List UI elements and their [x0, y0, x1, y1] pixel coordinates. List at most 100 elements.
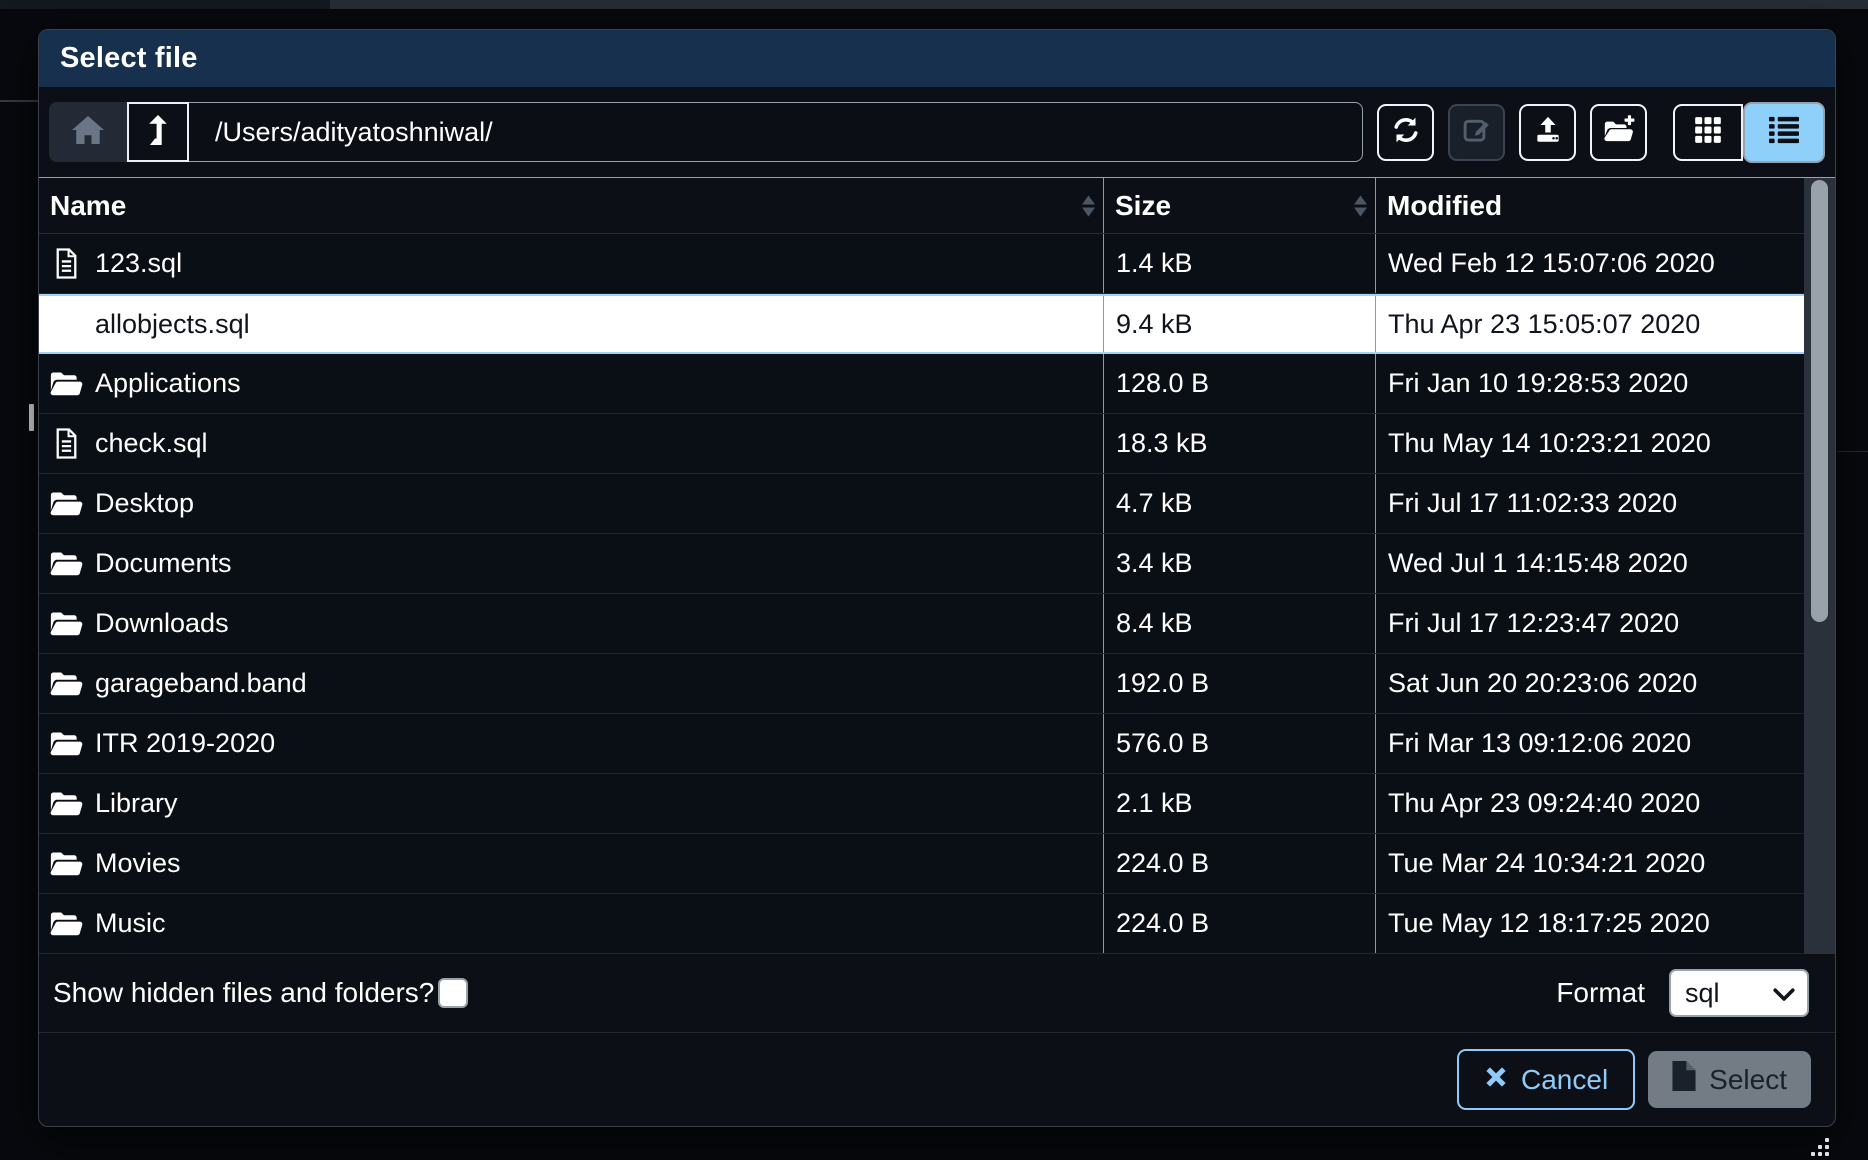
table-row[interactable]: garageband.band 192.0 B Sat Jun 20 20:23…: [39, 654, 1804, 714]
table-row[interactable]: ITR 2019-2020 576.0 B Fri Mar 13 09:12:0…: [39, 714, 1804, 774]
file-size: 224.0 B: [1104, 894, 1376, 953]
file-icon: [54, 248, 79, 279]
background-caret-artifact: [29, 404, 34, 431]
file-size: 8.4 kB: [1104, 594, 1376, 653]
file-modified: Tue Mar 24 10:34:21 2020: [1376, 834, 1804, 893]
folder-icon: [49, 550, 83, 577]
vertical-scrollbar[interactable]: [1804, 178, 1835, 954]
table-row[interactable]: Documents 3.4 kB Wed Jul 1 14:15:48 2020: [39, 534, 1804, 594]
grid-view-button[interactable]: [1673, 104, 1743, 161]
folder-icon: [49, 850, 83, 877]
upload-button[interactable]: [1519, 104, 1576, 161]
table-header-row: Name Size Modified: [39, 178, 1804, 234]
table-row[interactable]: Library 2.1 kB Thu Apr 23 09:24:40 2020: [39, 774, 1804, 834]
column-header-modified[interactable]: Modified: [1376, 178, 1804, 233]
upload-icon: [1533, 115, 1563, 150]
file-grid: Name Size Modified: [39, 178, 1804, 954]
file-modified: Thu Apr 23 15:05:07 2020: [1376, 296, 1804, 352]
file-size: 4.7 kB: [1104, 474, 1376, 533]
table-row[interactable]: Movies 224.0 B Tue Mar 24 10:34:21 2020: [39, 834, 1804, 894]
file-table: Name Size Modified: [39, 177, 1835, 954]
grid-icon: [1694, 116, 1722, 149]
file-name: Applications: [95, 368, 241, 399]
cancel-button[interactable]: Cancel: [1457, 1049, 1635, 1110]
file-name: Documents: [95, 548, 232, 579]
file-type-icon: [48, 910, 84, 937]
select-file-dialog: Select file: [38, 29, 1836, 1127]
file-size: 128.0 B: [1104, 354, 1376, 413]
folder-icon: [49, 610, 83, 637]
file-modified: Sat Jun 20 20:23:06 2020: [1376, 654, 1804, 713]
table-row[interactable]: Music 224.0 B Tue May 12 18:17:25 2020: [39, 894, 1804, 954]
folder-icon: [49, 670, 83, 697]
table-row[interactable]: Desktop 4.7 kB Fri Jul 17 11:02:33 2020: [39, 474, 1804, 534]
file-modified: Wed Jul 1 14:15:48 2020: [1376, 534, 1804, 593]
file-table-body: 123.sql 1.4 kB Wed Feb 12 15:07:06 2020 …: [39, 234, 1804, 954]
format-select[interactable]: sql: [1669, 969, 1809, 1017]
file-size: 18.3 kB: [1104, 414, 1376, 473]
list-view-button[interactable]: [1743, 102, 1825, 163]
folder-plus-icon: [1603, 115, 1635, 150]
file-type-icon: [48, 670, 84, 697]
file-name: allobjects.sql: [95, 309, 250, 340]
edit-icon: [1462, 115, 1492, 150]
file-modified: Tue May 12 18:17:25 2020: [1376, 894, 1804, 953]
file-type-icon: [48, 490, 84, 517]
select-button[interactable]: Select: [1648, 1051, 1811, 1108]
file-name: Movies: [95, 848, 181, 879]
up-directory-button[interactable]: [127, 102, 189, 162]
file-modified: Wed Feb 12 15:07:06 2020: [1376, 234, 1804, 293]
column-header-name[interactable]: Name: [39, 178, 1104, 233]
folder-icon: [49, 790, 83, 817]
file-name: Desktop: [95, 488, 194, 519]
dialog-title: Select file: [60, 42, 198, 75]
close-icon: [1484, 1064, 1508, 1096]
chevron-down-icon: [1773, 978, 1795, 1009]
file-modified: Fri Jan 10 19:28:53 2020: [1376, 354, 1804, 413]
file-type-icon: [48, 550, 84, 577]
file-modified: Fri Jul 17 11:02:33 2020: [1376, 474, 1804, 533]
format-label: Format: [1556, 977, 1645, 1009]
file-size: 2.1 kB: [1104, 774, 1376, 833]
resize-grip[interactable]: [1807, 1134, 1829, 1156]
file-name: 123.sql: [95, 248, 182, 279]
background-line: [1837, 451, 1868, 452]
file-modified: Thu May 14 10:23:21 2020: [1376, 414, 1804, 473]
action-bar: Cancel Select: [39, 1033, 1835, 1126]
file-type-icon: [48, 248, 84, 279]
file-icon: [1672, 1061, 1696, 1098]
sort-icon: [1082, 195, 1095, 216]
refresh-icon: [1391, 115, 1421, 150]
file-dialog-toolbar: [39, 102, 1835, 162]
column-header-size[interactable]: Size: [1104, 178, 1376, 233]
dialog-titlebar: Select file: [39, 30, 1835, 87]
table-row[interactable]: 123.sql 1.4 kB Wed Feb 12 15:07:06 2020: [39, 234, 1804, 294]
list-icon: [1769, 116, 1799, 149]
folder-icon: [49, 730, 83, 757]
table-row[interactable]: check.sql 18.3 kB Thu May 14 10:23:21 20…: [39, 414, 1804, 474]
table-row[interactable]: allobjects.sql 9.4 kB Thu Apr 23 15:05:0…: [39, 294, 1804, 354]
rename-button: [1448, 104, 1505, 161]
file-modified: Fri Jul 17 12:23:47 2020: [1376, 594, 1804, 653]
table-row[interactable]: Downloads 8.4 kB Fri Jul 17 12:23:47 202…: [39, 594, 1804, 654]
home-button[interactable]: [49, 102, 127, 162]
file-size: 9.4 kB: [1104, 296, 1376, 352]
options-bar: Show hidden files and folders? Format sq…: [39, 954, 1835, 1033]
file-icon: [54, 428, 79, 459]
background-line: [0, 100, 38, 102]
new-folder-button[interactable]: [1590, 104, 1647, 161]
file-size: 192.0 B: [1104, 654, 1376, 713]
view-toggle-group: [1673, 104, 1825, 161]
path-input[interactable]: [189, 102, 1363, 162]
file-type-icon: [48, 370, 84, 397]
refresh-button[interactable]: [1377, 104, 1434, 161]
file-size: 1.4 kB: [1104, 234, 1376, 293]
show-hidden-checkbox[interactable]: [438, 978, 468, 1008]
table-row[interactable]: Applications 128.0 B Fri Jan 10 19:28:53…: [39, 354, 1804, 414]
file-type-icon: [48, 730, 84, 757]
file-name: Library: [95, 788, 178, 819]
file-name: garageband.band: [95, 668, 307, 699]
folder-icon: [49, 910, 83, 937]
scrollbar-thumb[interactable]: [1811, 180, 1828, 622]
file-size: 224.0 B: [1104, 834, 1376, 893]
